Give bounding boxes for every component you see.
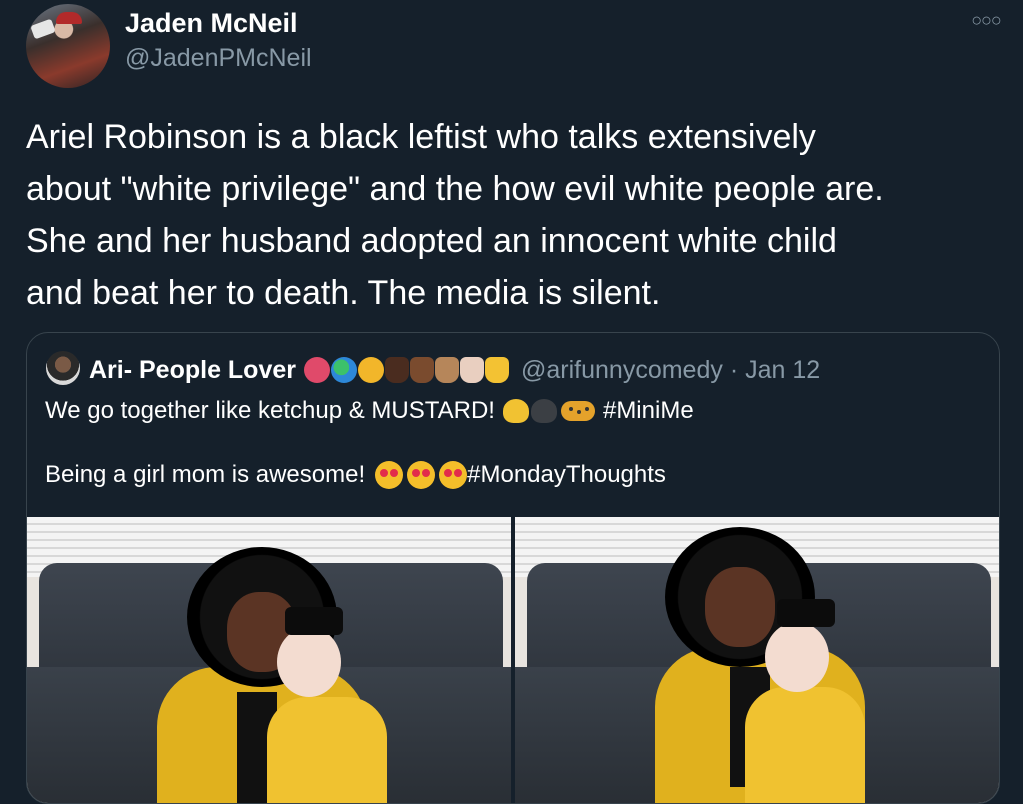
child-face	[277, 627, 341, 697]
child-bow	[285, 607, 343, 635]
woman-face	[705, 567, 775, 647]
quoted-author-handle: @arifunnycomedy · Jan 12	[521, 355, 821, 384]
quoted-tweet-header: Ari- People Lover @arifunnycomedy · Jan …	[89, 355, 820, 385]
raised-fist-dark-icon	[385, 357, 409, 383]
quoted-text-line-2: Being a girl mom is awesome! #MondayThou…	[45, 461, 666, 489]
raised-fist-yellow-icon	[485, 357, 509, 383]
child-bow	[777, 599, 835, 627]
more-dots-icon[interactable]: ○○○	[968, 10, 1004, 32]
hashtag-mondaythoughts[interactable]: #MondayThoughts	[467, 461, 666, 489]
black-heart-icon	[530, 399, 557, 423]
tweet-text: Ariel Robinson is a black leftist who ta…	[26, 118, 884, 312]
smiling-face-hearts-emoji-icon	[358, 357, 384, 383]
author-avatar[interactable]	[26, 4, 110, 88]
avatar-megaphone	[30, 18, 56, 40]
yellow-heart-icon	[502, 399, 529, 423]
heart-eyes-icon	[439, 461, 468, 489]
raised-fist-medium-icon	[435, 357, 459, 383]
child-face	[765, 622, 829, 692]
author-handle[interactable]: @JadenPMcNeil	[125, 44, 312, 73]
hashtag-minime[interactable]: #MiniMe	[603, 397, 694, 425]
raised-fist-medium-dark-icon	[410, 357, 434, 383]
heart-eyes-icon	[375, 461, 404, 489]
heart-emoji-icon	[304, 357, 330, 383]
child-shirt	[267, 697, 387, 803]
author-name-emojis	[304, 357, 509, 383]
quoted-text-line-1: We go together like ketchup & MUSTARD! #…	[45, 397, 694, 425]
quoted-author-avatar	[46, 351, 80, 385]
raised-fist-light-icon	[460, 357, 484, 383]
quoted-tweet-date: · Jan 12	[729, 355, 821, 384]
heart-eyes-icon	[407, 461, 436, 489]
quoted-photo-1[interactable]	[27, 517, 511, 803]
leopard-icon	[560, 401, 595, 421]
author-name[interactable]: Jaden McNeil	[125, 8, 298, 39]
child-shirt	[745, 687, 865, 803]
globe-emoji-icon	[331, 357, 357, 383]
quoted-author-name: Ari- People Lover	[89, 355, 296, 384]
quoted-photo-2[interactable]	[515, 517, 999, 803]
quoted-tweet[interactable]: Ari- People Lover @arifunnycomedy · Jan …	[26, 332, 1000, 804]
avatar-cap	[56, 12, 82, 24]
